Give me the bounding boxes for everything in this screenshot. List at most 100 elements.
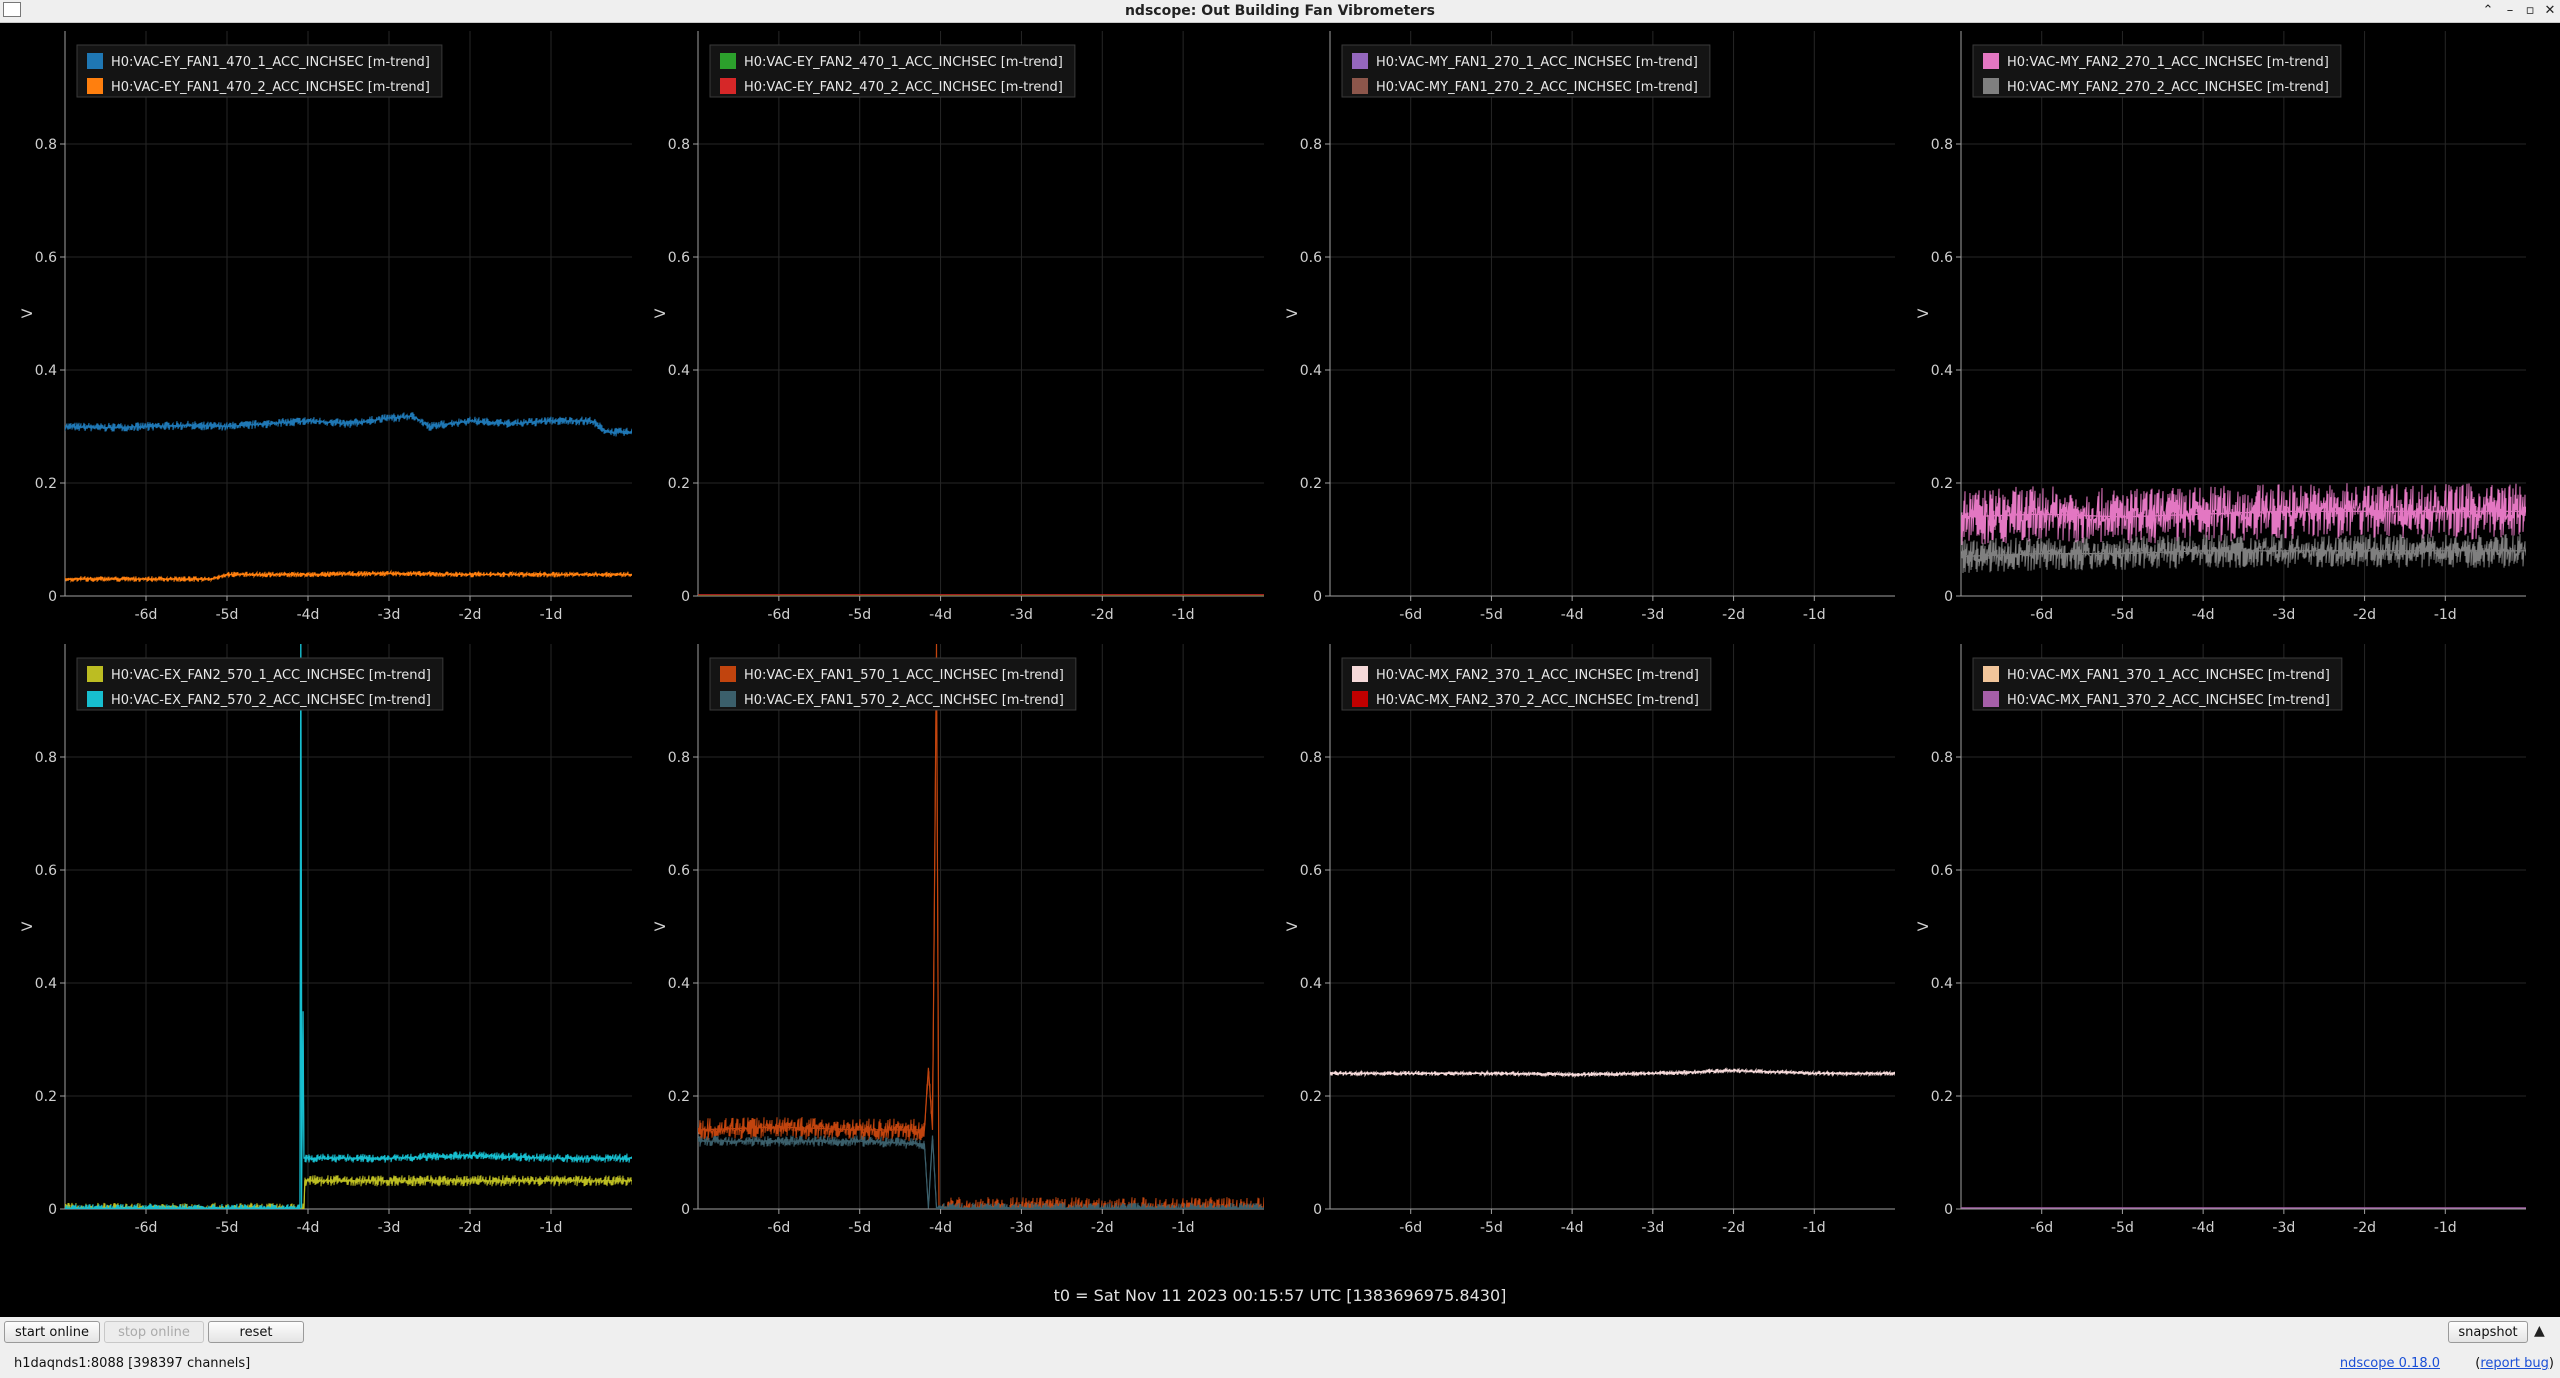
x-tick-label: -1d — [2434, 1220, 2457, 1236]
y-tick-label: 0.8 — [1300, 750, 1322, 766]
x-tick-label: -2d — [2353, 607, 2376, 623]
y-tick-label: 0.2 — [1931, 1089, 1953, 1105]
legend: H0:VAC-MY_FAN1_270_1_ACC_INCHSEC [m-tren… — [1341, 44, 1711, 98]
x-tick-label: -4d — [297, 607, 320, 623]
stop-online-button[interactable]: stop online — [104, 1321, 204, 1343]
x-tick-label: -2d — [2353, 1220, 2376, 1236]
x-tick-label: -1d — [540, 607, 563, 623]
legend-swatch — [1983, 691, 1999, 707]
y-tick-label: 0.6 — [1300, 250, 1322, 266]
legend-swatch — [1983, 666, 1999, 682]
y-tick-label: 0.8 — [668, 137, 690, 153]
x-tick-label: -4d — [2192, 607, 2215, 623]
legend-entry: H0:VAC-MX_FAN2_370_1_ACC_INCHSEC [m-tren… — [1376, 668, 1699, 683]
plots-svg[interactable]: 0 0.2 0.4 0.6 0.8 -6d -5d -4d -3d -2d -1d V H0:VAC-E… — [0, 23, 2560, 1317]
legend-swatch — [87, 53, 103, 69]
y-axis-label: V — [653, 308, 669, 318]
x-tick-label: -1d — [1172, 607, 1195, 623]
y-tick-label: 0 — [1944, 589, 1953, 605]
y-tick-label: 0.4 — [668, 363, 690, 379]
legend: H0:VAC-EY_FAN2_470_1_ACC_INCHSEC [m-tren… — [709, 44, 1076, 98]
control-bar: start online stop online reset snapshot … — [0, 1317, 2560, 1351]
x-tick-label: -5d — [2111, 607, 2134, 623]
server-status: h1daqnds1:8088 [398397 channels] — [14, 1356, 251, 1371]
legend-swatch — [1352, 691, 1368, 707]
legend-swatch — [720, 666, 736, 682]
x-tick-label: -6d — [767, 607, 790, 623]
legend-entry: H0:VAC-EY_FAN1_470_2_ACC_INCHSEC [m-tren… — [111, 80, 430, 95]
y-tick-label: 0 — [48, 1202, 57, 1218]
y-tick-label: 0 — [1313, 589, 1322, 605]
y-tick-label: 0.8 — [1931, 137, 1953, 153]
legend-swatch — [1352, 666, 1368, 682]
x-tick-label: -5d — [848, 1220, 871, 1236]
legend-swatch — [1352, 53, 1368, 69]
x-tick-label: -5d — [1480, 1220, 1503, 1236]
x-tick-label: -3d — [1641, 1220, 1664, 1236]
y-axis-label: V — [1285, 921, 1301, 931]
x-tick-label: -3d — [1641, 607, 1664, 623]
y-tick-label: 0.4 — [1931, 976, 1953, 992]
plot-panel[interactable]: 0 0.2 0.4 0.6 0.8 -6d -5d -4d -3d -2d -1d V H0:VAC-E… — [653, 31, 1264, 623]
y-tick-label: 0.6 — [1300, 863, 1322, 879]
y-tick-label: 0.6 — [668, 250, 690, 266]
plot-panel[interactable]: 0 0.2 0.4 0.6 0.8 -6d -5d -4d -3d -2d -1d V H0:VAC-M… — [1916, 31, 2526, 623]
y-tick-label: 0 — [681, 1202, 690, 1218]
series-band — [65, 412, 632, 437]
status-bar: h1daqnds1:8088 [398397 channels] ndscope… — [0, 1351, 2560, 1378]
plot-panel[interactable]: 0 0.2 0.4 0.6 0.8 -6d -5d -4d -3d -2d -1d V H0:VAC-E… — [653, 644, 1264, 1236]
plot-panel[interactable]: 0 0.2 0.4 0.6 0.8 -6d -5d -4d -3d -2d -1d V H0:VAC-M… — [1916, 644, 2526, 1236]
x-tick-label: -2d — [1091, 607, 1114, 623]
y-tick-label: 0.4 — [1300, 976, 1322, 992]
x-tick-label: -2d — [1722, 607, 1745, 623]
legend-swatch — [720, 691, 736, 707]
legend-entry: H0:VAC-MX_FAN1_370_2_ACC_INCHSEC [m-tren… — [2007, 693, 2330, 708]
y-tick-label: 0.8 — [35, 750, 57, 766]
legend-entry: H0:VAC-EX_FAN1_570_2_ACC_INCHSEC [m-tren… — [744, 693, 1064, 708]
plot-panel[interactable]: 0 0.2 0.4 0.6 0.8 -6d -5d -4d -3d -2d -1d V H0:VAC-M… — [1285, 644, 1895, 1236]
x-tick-label: -6d — [1399, 607, 1422, 623]
maximize-icon[interactable]: ▫ — [2520, 2, 2540, 20]
legend: H0:VAC-MX_FAN1_370_1_ACC_INCHSEC [m-tren… — [1972, 657, 2343, 711]
x-tick-label: -5d — [216, 1220, 239, 1236]
x-tick-label: -3d — [1010, 1220, 1033, 1236]
y-tick-label: 0.8 — [1931, 750, 1953, 766]
legend-entry: H0:VAC-EY_FAN2_470_2_ACC_INCHSEC [m-tren… — [744, 80, 1063, 95]
reset-button[interactable]: reset — [208, 1321, 304, 1343]
plot-area: 0 0.2 0.4 0.6 0.8 -6d -5d -4d -3d -2d -1d V H0:VAC-E… — [0, 23, 2560, 1317]
start-online-button[interactable]: start online — [4, 1321, 100, 1343]
x-tick-label: -2d — [1091, 1220, 1114, 1236]
legend: H0:VAC-EX_FAN1_570_1_ACC_INCHSEC [m-tren… — [709, 657, 1077, 711]
report-bug-link[interactable]: report bug — [2480, 1356, 2549, 1371]
close-icon[interactable]: ✕ — [2540, 2, 2560, 20]
minimize-icon[interactable]: – — [2500, 2, 2520, 20]
x-tick-label: -2d — [459, 1220, 482, 1236]
legend-entry: H0:VAC-EX_FAN2_570_2_ACC_INCHSEC [m-tren… — [111, 693, 431, 708]
restore-icon[interactable]: ⌃ — [2478, 2, 2498, 20]
x-tick-label: -6d — [1399, 1220, 1422, 1236]
x-tick-label: -1d — [2434, 607, 2457, 623]
x-tick-label: -3d — [2272, 607, 2295, 623]
legend-swatch — [1983, 53, 1999, 69]
y-axis-label: V — [1285, 308, 1301, 318]
x-tick-label: -4d — [929, 607, 952, 623]
plot-panel[interactable]: 0 0.2 0.4 0.6 0.8 -6d -5d -4d -3d -2d -1d V H0:VAC-E… — [20, 643, 632, 1236]
x-tick-label: -4d — [297, 1220, 320, 1236]
y-tick-label: 0.2 — [1300, 476, 1322, 492]
plot-panel[interactable]: 0 0.2 0.4 0.6 0.8 -6d -5d -4d -3d -2d -1d V H0:VAC-M… — [1285, 31, 1895, 623]
y-tick-label: 0.6 — [1931, 250, 1953, 266]
plot-panel[interactable]: 0 0.2 0.4 0.6 0.8 -6d -5d -4d -3d -2d -1d V H0:VAC-E… — [20, 31, 632, 623]
version-link[interactable]: ndscope 0.18.0 — [2340, 1356, 2440, 1371]
y-tick-label: 0.2 — [1931, 476, 1953, 492]
y-axis-label: V — [653, 921, 669, 931]
legend: H0:VAC-EX_FAN2_570_1_ACC_INCHSEC [m-tren… — [76, 657, 444, 711]
legend-swatch — [1983, 78, 1999, 94]
snapshot-button[interactable]: snapshot — [2448, 1321, 2528, 1343]
window-title: ndscope: Out Building Fan Vibrometers — [1124, 3, 1436, 19]
x-tick-label: -1d — [1803, 1220, 1826, 1236]
y-tick-label: 0.2 — [35, 476, 57, 492]
y-tick-label: 0.4 — [35, 363, 57, 379]
x-tick-label: -1d — [1172, 1220, 1195, 1236]
triangle-up-icon[interactable]: ▲ — [2534, 1323, 2545, 1339]
legend-entry: H0:VAC-MY_FAN1_270_2_ACC_INCHSEC [m-tren… — [1376, 80, 1698, 95]
